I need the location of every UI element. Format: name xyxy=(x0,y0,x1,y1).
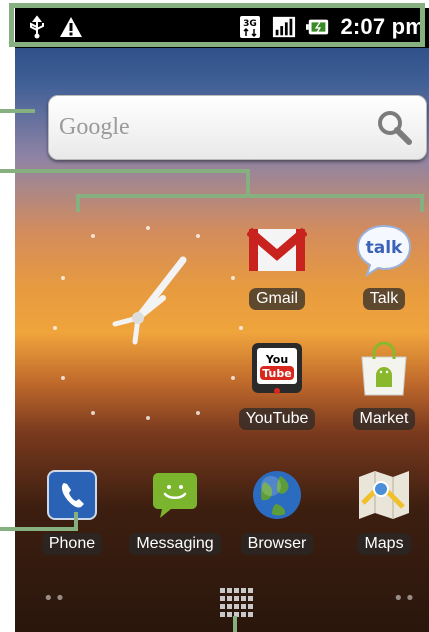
app-label: Market xyxy=(352,408,416,430)
app-maps[interactable]: Maps xyxy=(334,463,429,563)
app-market[interactable]: Market xyxy=(334,338,429,438)
app-label: YouTube xyxy=(238,408,316,430)
app-drawer-icon[interactable] xyxy=(220,588,253,618)
status-bar-callout xyxy=(9,3,425,47)
callout-line-widgets-left xyxy=(76,194,80,212)
page-indicator-left[interactable]: •• xyxy=(43,588,66,609)
google-search-widget[interactable] xyxy=(48,95,427,160)
callout-line-widgets xyxy=(0,169,250,173)
app-messaging[interactable]: Messaging xyxy=(125,463,225,563)
youtube-icon: You Tube xyxy=(245,338,309,402)
maps-icon xyxy=(352,463,416,527)
app-label: Talk xyxy=(362,288,406,310)
callout-line-drawer xyxy=(233,616,237,632)
callout-line-phone-vertical xyxy=(74,512,78,531)
search-input[interactable] xyxy=(57,104,361,150)
app-label: Maps xyxy=(357,533,411,555)
app-phone[interactable]: Phone xyxy=(22,463,122,563)
svg-text:You: You xyxy=(265,353,288,366)
svg-text:talk: talk xyxy=(366,238,403,258)
app-gmail[interactable]: Gmail xyxy=(227,218,327,318)
search-icon[interactable] xyxy=(368,102,420,152)
page-indicator-right[interactable]: •• xyxy=(393,588,416,609)
app-talk[interactable]: talk Talk xyxy=(334,218,429,318)
gmail-icon xyxy=(245,218,309,282)
app-label: Browser xyxy=(240,533,314,555)
browser-icon xyxy=(245,463,309,527)
home-screen: 3G 2:07 pm Google Gmail talk Talk You Tu… xyxy=(15,8,429,632)
app-label: Phone xyxy=(41,533,103,555)
app-label: Messaging xyxy=(129,533,221,555)
talk-icon: talk xyxy=(352,218,416,282)
phone-icon xyxy=(40,463,104,527)
callout-line-phone xyxy=(0,527,78,531)
callout-line-search xyxy=(0,109,35,113)
callout-line-widgets-span xyxy=(76,194,424,198)
svg-text:Tube: Tube xyxy=(262,367,291,380)
analog-clock-widget[interactable] xyxy=(43,218,253,428)
app-youtube[interactable]: You Tube YouTube xyxy=(227,338,327,438)
app-browser[interactable]: Browser xyxy=(227,463,327,563)
callout-line-widgets-right xyxy=(420,194,424,212)
market-icon xyxy=(352,338,416,402)
app-label: Gmail xyxy=(249,288,305,310)
messaging-icon xyxy=(143,463,207,527)
